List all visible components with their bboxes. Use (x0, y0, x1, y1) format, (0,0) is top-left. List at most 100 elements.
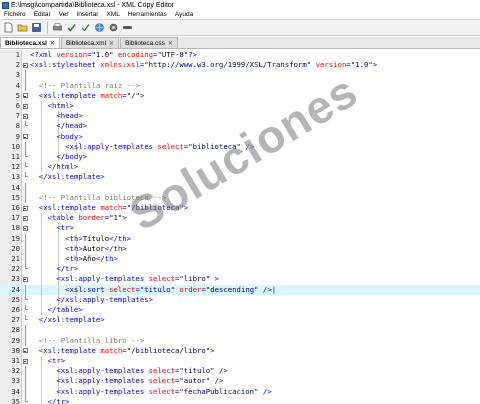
menu-editar[interactable]: Editar (30, 11, 55, 18)
code-line[interactable]: 1 <?xml version="1.0" encoding="UTF-8"?> (0, 50, 480, 60)
code-line[interactable]: 7 <head> (0, 111, 480, 122)
code-token: </th> (95, 254, 118, 263)
code-line[interactable]: 28 (0, 325, 480, 336)
fold-toggle-icon[interactable] (22, 356, 28, 366)
code-line[interactable]: 30 <xsl:template match="/biblioteca/libr… (0, 346, 480, 356)
code-line[interactable]: 14 (0, 182, 480, 193)
globe-icon[interactable] (93, 22, 105, 34)
code-token: encoding (117, 50, 154, 59)
fold-toggle-icon[interactable] (22, 346, 28, 356)
code-line[interactable]: 21 <th>Año</th> (0, 254, 480, 265)
code-token: "fechaPublicacion" (179, 386, 259, 396)
code-line[interactable]: 32 <xsl:apply-templates select="titulo" … (0, 366, 480, 377)
menu-herramientas[interactable]: Herramientas (124, 11, 171, 18)
code-token: "/" (126, 90, 140, 100)
tab-label: Biblioteca.xml (65, 39, 107, 47)
menu-ver[interactable]: Ver (55, 11, 73, 18)
code-line[interactable]: 10 <xsl:apply-templates select="bibliote… (0, 141, 480, 152)
fold-toggle-icon[interactable] (22, 111, 28, 121)
close-icon[interactable]: ✕ (50, 40, 55, 47)
save-icon[interactable] (30, 22, 42, 34)
validate-check-icon[interactable] (65, 22, 77, 34)
code-line[interactable]: 18 <tr> (0, 223, 480, 234)
code-text: <?xml version="1.0" encoding="UTF-8"?> (30, 50, 197, 60)
code-editor[interactable]: 1 <?xml version="1.0" encoding="UTF-8"?> 2… (0, 50, 480, 404)
fold-toggle-icon[interactable] (22, 274, 28, 284)
code-line[interactable]: 19 <th>Título</th> (0, 233, 480, 244)
window-titlebar: E:\lmsgi\compartida\Biblioteca.xsl - XML… (0, 0, 480, 10)
code-line[interactable]: 34 <xsl:apply-templates select="fechaPub… (0, 386, 480, 397)
code-line[interactable]: 20 <th>Autor</th> (0, 243, 480, 254)
code-token: > (214, 274, 219, 284)
code-token: <html> (47, 101, 74, 110)
code-line[interactable]: 12 </html> (0, 162, 480, 173)
code-line[interactable]: 13 </xsl:template> (0, 172, 480, 182)
code-line[interactable]: 2 <xsl:stylesheet xmlns:xsl="http://www.w… (0, 60, 480, 70)
code-line[interactable]: 23 <xsl:apply-templates select="libro" > (0, 274, 480, 285)
code-text: <tr> (30, 356, 66, 366)
code-line[interactable]: 33 <xsl:apply-templates select="autor" /… (0, 376, 480, 387)
code-line[interactable]: 27 </xsl:template> (0, 315, 480, 325)
link-icon[interactable] (121, 22, 133, 34)
code-token: > (122, 213, 127, 223)
code-line[interactable]: 25 </xsl:apply-templates> (0, 294, 480, 305)
fold-toggle-icon[interactable] (22, 132, 28, 142)
code-line[interactable]: 15 <!-- Plantilla biblioteca --> (0, 192, 480, 203)
code-line[interactable]: 24 <xsl:sort select="titulo" order="desc… (0, 284, 480, 295)
code-line[interactable]: 26 </table> (0, 305, 480, 316)
check-green-icon[interactable] (79, 22, 91, 34)
fold-toggle-icon[interactable] (22, 213, 28, 223)
fold-toggle-icon[interactable] (22, 101, 28, 111)
code-line[interactable]: 17 <table border="1"> (0, 213, 480, 224)
code-line[interactable]: 3 (0, 70, 480, 81)
fold-toggle-icon[interactable] (22, 60, 28, 70)
menu-ayuda[interactable]: Ayuda (171, 11, 197, 18)
code-line[interactable]: 31 <tr> (0, 356, 480, 367)
line-number: 15 (11, 192, 20, 202)
code-line[interactable]: 22 </tr> (0, 264, 480, 275)
close-icon[interactable]: ✕ (109, 40, 114, 47)
code-text: <!-- Plantilla biblioteca --> (30, 193, 166, 203)
close-icon[interactable]: ✕ (168, 40, 173, 47)
code-text: <html> (30, 101, 74, 111)
code-line[interactable]: 8 </head> (0, 121, 480, 132)
code-line[interactable]: 5 <xsl:template match="/"> (0, 91, 480, 101)
fold-toggle-icon[interactable] (22, 223, 28, 233)
line-number: 9 (15, 131, 20, 141)
menu-xml[interactable]: XML (102, 11, 123, 18)
code-token: </th> (109, 233, 132, 243)
fold-toggle-icon[interactable] (22, 91, 28, 101)
code-line[interactable]: 35 </tr> (0, 396, 480, 404)
code-token: "autor" (179, 376, 211, 386)
code-token: "titulo" (179, 366, 215, 376)
open-folder-icon[interactable] (16, 22, 28, 34)
line-number: 20 (11, 243, 20, 253)
fold-toggle-icon[interactable] (22, 203, 28, 213)
code-line[interactable]: 6 <html> (0, 101, 480, 112)
code-token: </tr> (47, 396, 70, 404)
new-file-icon[interactable] (2, 22, 14, 34)
tab-biblioteca-xsl[interactable]: Biblioteca.xsl ✕ (0, 37, 60, 48)
tab-biblioteca-xml[interactable]: Biblioteca.xml ✕ (60, 37, 120, 48)
settings-icon[interactable] (107, 22, 119, 34)
code-line[interactable]: 4 <!-- Plantilla raíz --> (0, 80, 480, 91)
line-number: 4 (15, 80, 20, 90)
code-token: match (100, 90, 123, 100)
code-text: </html> (30, 162, 79, 172)
fold-line (22, 325, 28, 336)
tab-biblioteca-css[interactable]: Biblioteca.css ✕ (120, 37, 178, 48)
menu-fichero[interactable]: Fichero (0, 11, 30, 18)
code-line[interactable]: 16 <xsl:template match="/biblioteca"> (0, 203, 480, 213)
code-text: </tr> (30, 397, 70, 404)
code-line[interactable]: 29 <!-- Plantilla libro --> (0, 335, 480, 346)
menu-insertar[interactable]: Insertar (72, 11, 102, 18)
code-token: </th> (104, 243, 127, 253)
code-line[interactable]: 9 <body> (0, 131, 480, 142)
document-tabs: Biblioteca.xsl ✕ Biblioteca.xml ✕ Biblio… (0, 37, 480, 49)
code-line[interactable]: 11 </body> (0, 152, 480, 163)
print-icon[interactable] (51, 22, 63, 34)
